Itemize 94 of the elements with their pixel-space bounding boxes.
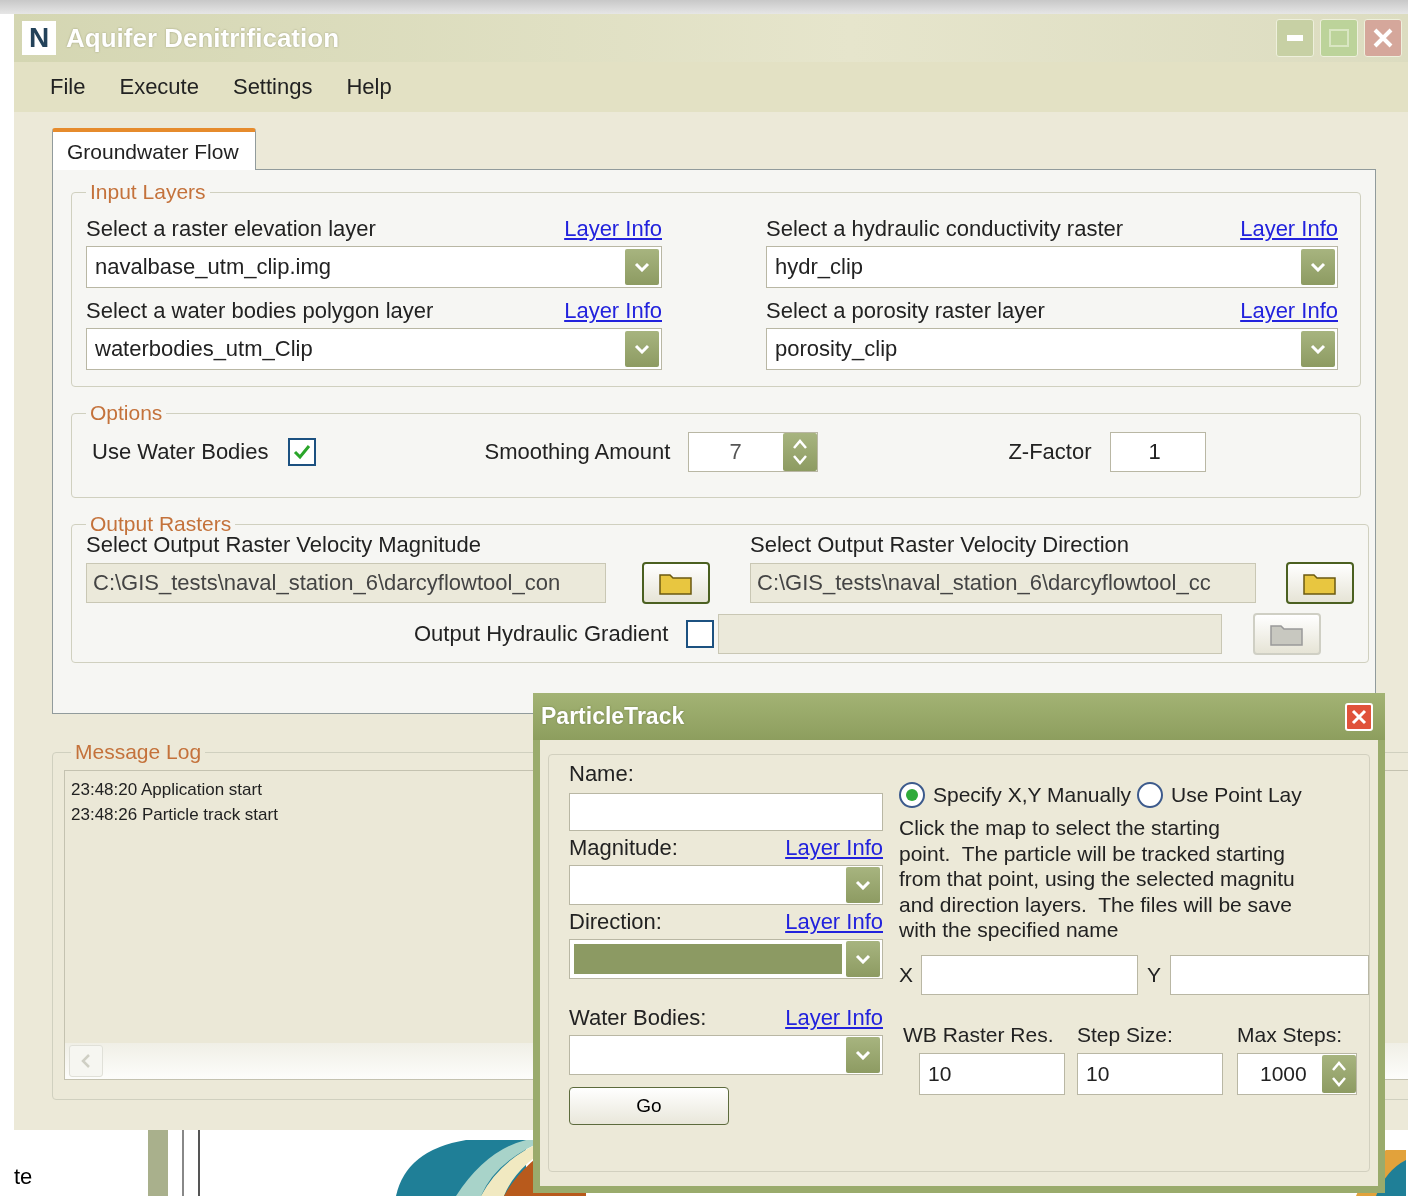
dropdown-button[interactable] bbox=[625, 249, 659, 285]
group-title: Output Rasters bbox=[89, 512, 233, 536]
chevron-down-icon bbox=[855, 880, 871, 890]
field-label: Direction: bbox=[569, 909, 662, 935]
layer-dropdown[interactable]: waterbodies_utm_Clip bbox=[86, 328, 662, 370]
path-field[interactable]: C:\GIS_tests\naval_station_6\darcyflowtool_cc bbox=[750, 563, 1256, 603]
radio-label[interactable]: Use Point Lay bbox=[1171, 783, 1302, 807]
path-field[interactable] bbox=[718, 614, 1223, 654]
spinner-field[interactable]: 7 bbox=[688, 432, 819, 472]
layer-info-link[interactable]: Layer Info bbox=[564, 216, 662, 242]
browse-button[interactable] bbox=[642, 562, 710, 604]
minimize-button[interactable] bbox=[1276, 19, 1314, 57]
arrow-left-icon bbox=[81, 1054, 91, 1068]
checkbox[interactable] bbox=[686, 620, 715, 648]
radio-button[interactable] bbox=[1137, 782, 1164, 808]
window-edge bbox=[148, 1130, 168, 1196]
chevron-down-icon bbox=[634, 344, 650, 354]
field-label: Smoothing Amount bbox=[484, 439, 671, 465]
menu-item[interactable]: File bbox=[36, 74, 106, 100]
menu-item[interactable]: Settings bbox=[218, 74, 333, 100]
window-title: Aquifer Denitrification bbox=[66, 22, 340, 54]
group-title: Input Layers bbox=[89, 180, 207, 204]
layer-dropdown[interactable]: navalbase_utm_clip.img bbox=[86, 246, 662, 288]
field-label: Water Bodies: bbox=[569, 1005, 707, 1031]
field-label: Max Steps: bbox=[1237, 1022, 1344, 1047]
field-label: Select a raster elevation layer bbox=[86, 216, 376, 242]
field-label: Magnitude: bbox=[569, 835, 678, 861]
path-field[interactable]: C:\GIS_tests\naval_station_6\darcyflowtool_con bbox=[86, 563, 606, 603]
input-field[interactable] bbox=[569, 793, 883, 831]
group-title: Message Log bbox=[74, 740, 203, 764]
chevron-down-icon bbox=[855, 954, 871, 964]
log-line: 23:48:26 Particle track start bbox=[71, 804, 278, 826]
field-label: WB Raster Res. bbox=[902, 1022, 1055, 1047]
chevron-down-icon bbox=[634, 262, 650, 272]
desktop-label: te bbox=[13, 1164, 34, 1191]
layer-dropdown[interactable] bbox=[569, 865, 883, 905]
layer-info-link[interactable]: Layer Info bbox=[785, 909, 883, 935]
window-edge bbox=[182, 1130, 200, 1196]
layer-dropdown[interactable]: porosity_clip bbox=[766, 328, 1338, 370]
field-label: Select Output Raster Velocity Direction bbox=[750, 532, 1131, 559]
dropdown-button[interactable] bbox=[846, 1037, 880, 1073]
app-icon: N bbox=[22, 21, 56, 55]
layer-info-link[interactable]: Layer Info bbox=[1240, 298, 1338, 324]
dropdown-button[interactable] bbox=[625, 331, 659, 367]
menu-item[interactable]: Help bbox=[332, 74, 412, 100]
close-button[interactable] bbox=[1364, 19, 1402, 57]
layer-info-link[interactable]: Layer Info bbox=[785, 835, 883, 861]
input-field[interactable]: 10 bbox=[919, 1052, 1065, 1095]
layer-info-link[interactable]: Layer Info bbox=[785, 1005, 883, 1031]
input-field[interactable] bbox=[1169, 954, 1369, 995]
field-label: X bbox=[899, 962, 914, 987]
spin-buttons[interactable] bbox=[1322, 1054, 1356, 1093]
radio-label[interactable]: Specify X,Y Manually bbox=[933, 783, 1132, 807]
dropdown-button[interactable] bbox=[1301, 331, 1335, 367]
close-icon bbox=[1351, 708, 1367, 725]
instructions-text: Click the map to select the starting point. The particle will be tracked starting from that point, using the selected magnitu and direction layers. The files will be save with the specified name bbox=[899, 815, 1295, 943]
browse-button[interactable] bbox=[1286, 562, 1354, 604]
tab[interactable]: Groundwater Flow bbox=[52, 128, 256, 170]
dropdown-button[interactable] bbox=[846, 867, 880, 903]
spinner-field[interactable]: 1000 bbox=[1237, 1052, 1357, 1095]
go-button[interactable]: Go bbox=[569, 1087, 729, 1125]
chevron-down-icon bbox=[855, 1050, 871, 1060]
dialog-title: ParticleTrack bbox=[541, 703, 686, 730]
minimize-icon bbox=[1287, 35, 1303, 41]
layer-info-link[interactable]: Layer Info bbox=[564, 298, 662, 324]
field-label: Name: bbox=[569, 761, 634, 787]
checkbox-label: Use Water Bodies bbox=[92, 439, 269, 465]
layer-dropdown[interactable] bbox=[569, 939, 883, 979]
check-icon bbox=[292, 443, 313, 461]
dropdown-button[interactable] bbox=[846, 941, 880, 977]
spin-buttons[interactable] bbox=[783, 433, 818, 471]
checkbox[interactable] bbox=[288, 438, 317, 466]
layer-info-link[interactable]: Layer Info bbox=[1240, 216, 1338, 242]
layer-dropdown[interactable]: hydr_clip bbox=[766, 246, 1338, 288]
field-label: Y bbox=[1145, 962, 1162, 987]
input-field[interactable]: 10 bbox=[1077, 1052, 1223, 1095]
input-field[interactable] bbox=[920, 954, 1138, 995]
log-line: 23:48:20 Application start bbox=[71, 779, 262, 801]
field-label: Select a water bodies polygon layer bbox=[86, 298, 434, 324]
chevron-down-icon bbox=[1310, 344, 1326, 354]
field-label: Z-Factor bbox=[1008, 439, 1092, 465]
menu-item[interactable]: Execute bbox=[105, 74, 219, 100]
dropdown-button[interactable] bbox=[1301, 249, 1335, 285]
radio-button[interactable] bbox=[899, 782, 925, 808]
checkbox-label: Output Hydraulic Gradient bbox=[414, 621, 669, 647]
input-field[interactable]: 1 bbox=[1109, 432, 1206, 472]
field-label: Select a hydraulic conductivity raster bbox=[766, 216, 1124, 242]
layer-dropdown[interactable] bbox=[569, 1035, 883, 1075]
field-label: Select a porosity raster layer bbox=[766, 298, 1045, 324]
chevron-down-icon bbox=[1310, 262, 1326, 272]
field-label: Step Size: bbox=[1077, 1022, 1174, 1047]
maximize-icon bbox=[1329, 29, 1349, 47]
close-icon bbox=[1372, 27, 1394, 49]
group-title: Options bbox=[89, 401, 164, 425]
